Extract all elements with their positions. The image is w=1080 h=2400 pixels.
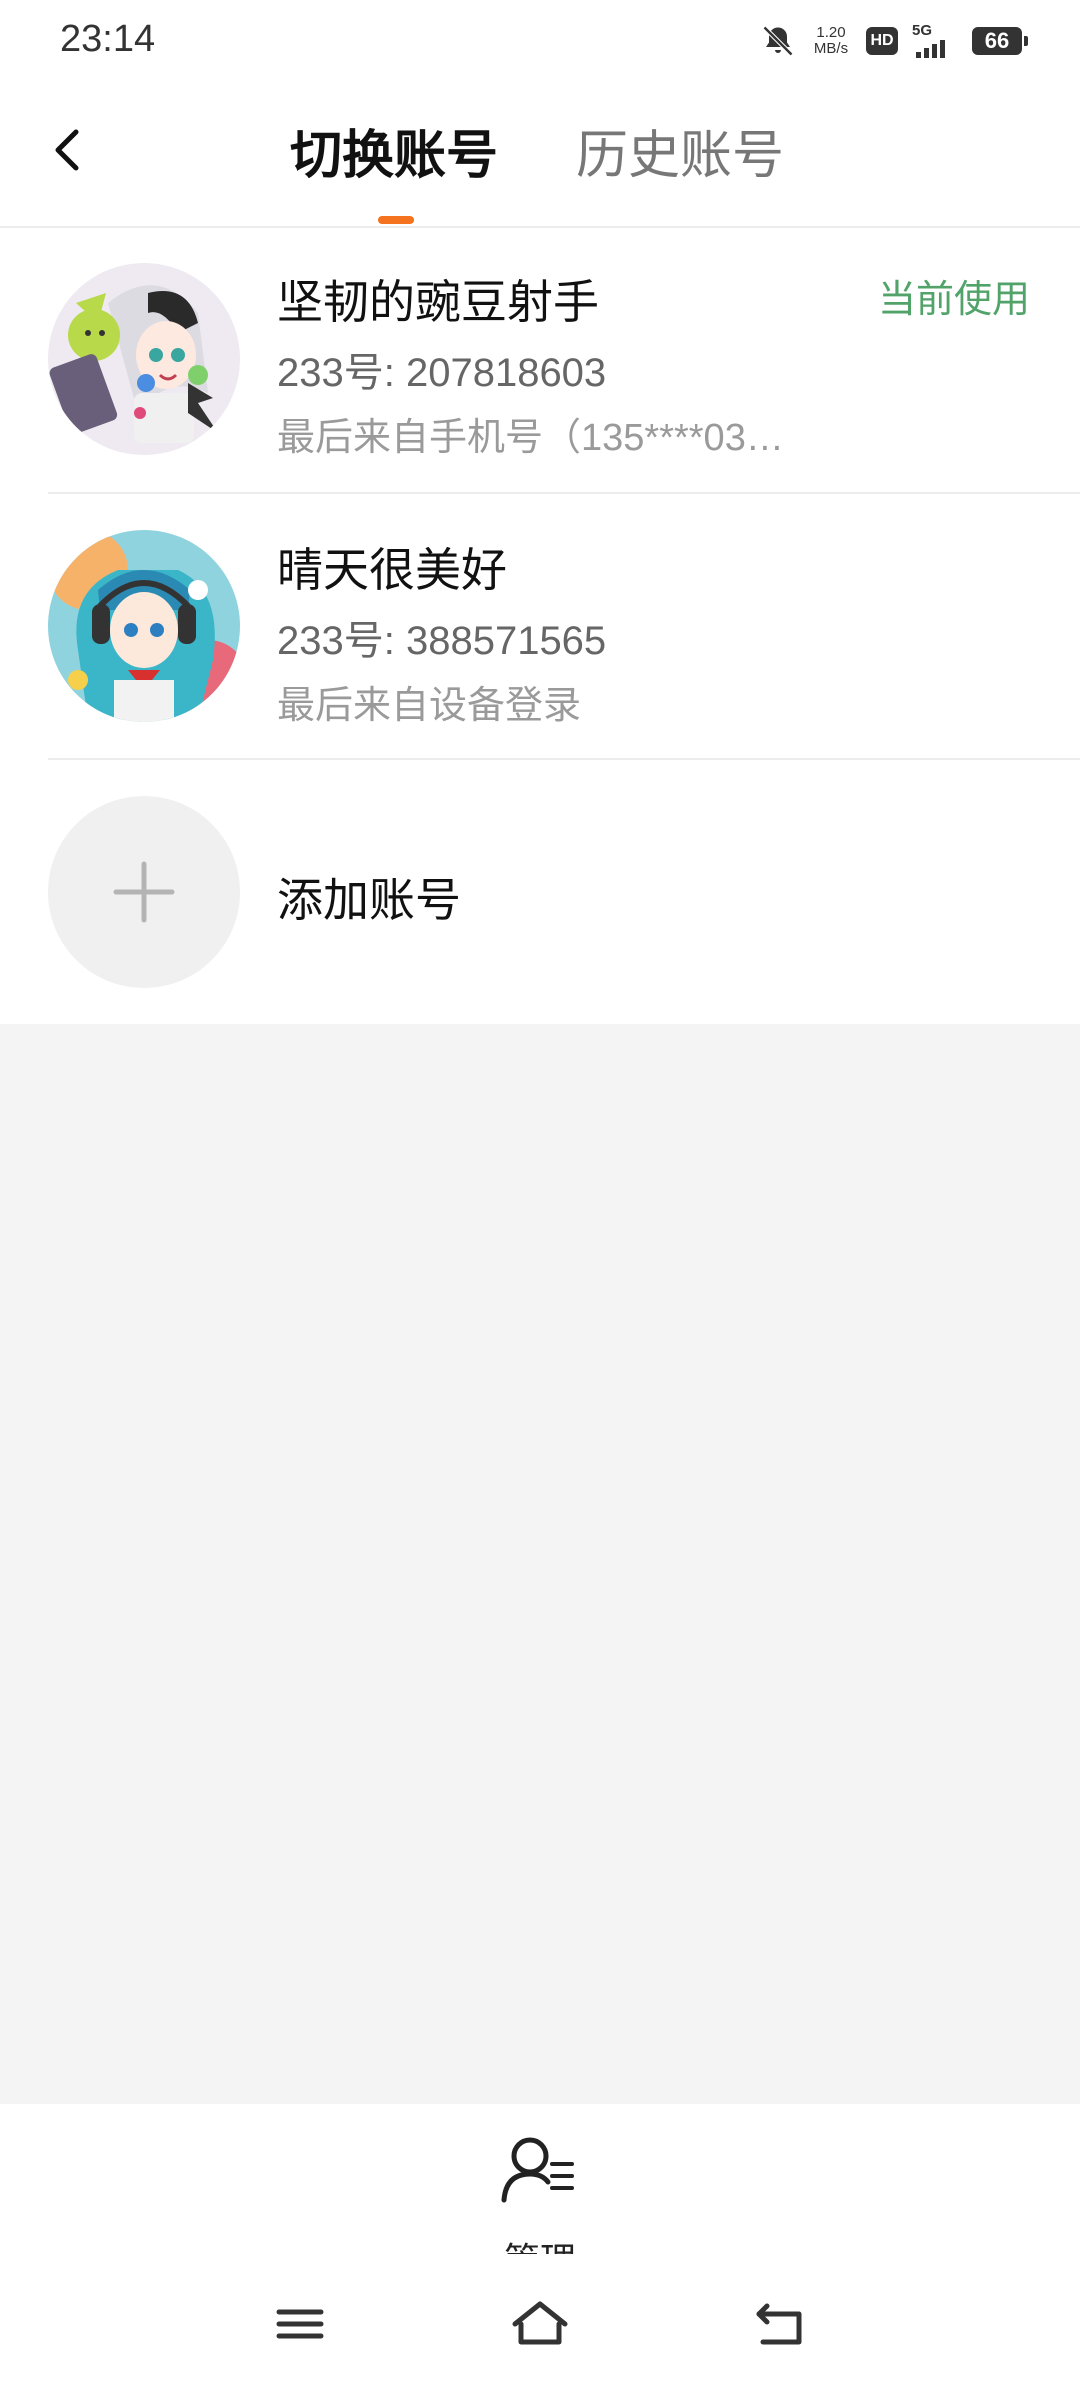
account-list: 坚韧的豌豆射手 当前使用 233号: 207818603 最后来自手机号（135… <box>0 228 1080 1024</box>
avatar <box>48 530 240 722</box>
bottom-action-bar: 管理 <box>0 2104 1080 2281</box>
hd-icon: HD <box>866 27 898 55</box>
anime-girl-avatar-icon <box>48 263 240 455</box>
network-speed-value: 1.20 <box>816 24 846 41</box>
return-icon <box>756 2303 802 2345</box>
tab-switch-account[interactable]: 切换账号 <box>290 126 498 186</box>
signal-5g-icon: 5G <box>912 22 958 58</box>
network-speed: 1.20 MB/s <box>810 25 852 57</box>
bell-off-icon <box>762 25 794 57</box>
avatar <box>48 263 240 455</box>
plus-icon <box>113 861 175 923</box>
add-account-item[interactable]: 添加账号 <box>0 760 1080 1024</box>
home-icon <box>512 2301 568 2345</box>
header: 切换账号 历史账号 <box>0 84 1080 228</box>
user-manage-icon <box>501 2137 574 2203</box>
account-uid: 233号: 207818603 <box>277 351 607 395</box>
manage-button[interactable]: 管理 <box>490 2134 590 2281</box>
active-tab-indicator <box>378 216 414 224</box>
account-uid: 233号: 388571565 <box>277 619 607 663</box>
anime-girl-headphones-avatar-icon <box>48 530 240 722</box>
back-button[interactable] <box>40 120 100 180</box>
system-navigation-bar <box>0 2254 1080 2400</box>
network-label: 5G <box>912 22 933 39</box>
account-name: 晴天很美好 <box>277 544 507 596</box>
last-login-info: 最后来自设备登录 <box>277 685 582 727</box>
home-nav-button[interactable] <box>505 2294 575 2354</box>
menu-icon <box>276 2309 324 2339</box>
empty-area <box>0 1024 1080 2104</box>
last-login-info: 最后来自手机号（135****03… <box>277 417 784 459</box>
add-account-label: 添加账号 <box>277 874 461 926</box>
status-bar: 23:14 1.20 MB/s HD 5G 66 <box>0 0 1080 84</box>
current-status-badge: 当前使用 <box>877 279 1030 321</box>
account-item[interactable]: 坚韧的豌豆射手 当前使用 233号: 207818603 最后来自手机号（135… <box>0 228 1080 494</box>
status-time: 23:14 <box>60 18 156 60</box>
network-speed-unit: MB/s <box>813 40 849 57</box>
status-icons: 1.20 MB/s HD 5G 66 <box>760 18 1028 64</box>
back-nav-button[interactable] <box>745 2294 815 2354</box>
tab-history-account[interactable]: 历史账号 <box>576 126 784 186</box>
menu-nav-button[interactable] <box>265 2294 335 2354</box>
account-name: 坚韧的豌豆射手 <box>277 276 599 328</box>
add-account-circle <box>48 796 240 988</box>
back-arrow-icon <box>55 129 79 171</box>
battery-icon: 66 <box>972 27 1028 55</box>
account-item[interactable]: 晴天很美好 233号: 388571565 最后来自设备登录 <box>0 494 1080 760</box>
battery-level: 66 <box>984 28 1010 53</box>
